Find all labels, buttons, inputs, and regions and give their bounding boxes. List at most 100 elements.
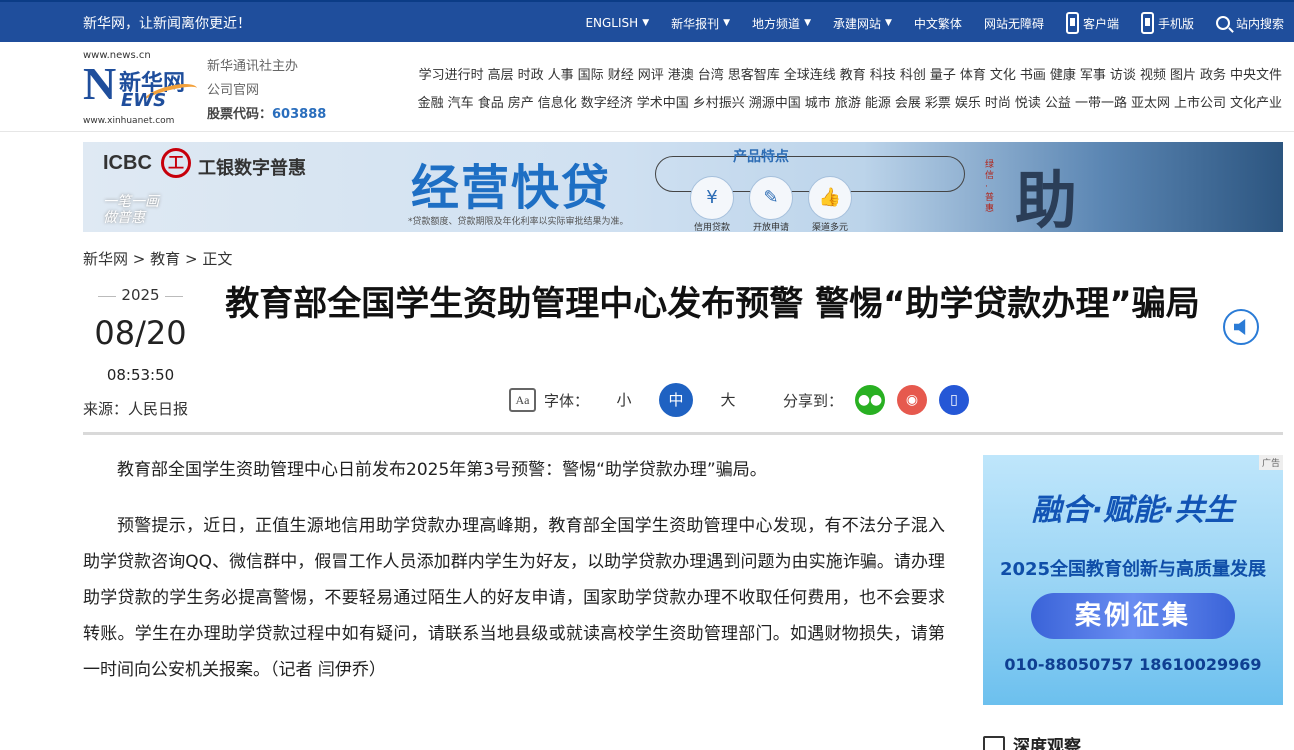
banner-headline: 经营快贷 bbox=[411, 160, 612, 216]
top-nav-traditional[interactable]: 中文繁体 bbox=[914, 15, 962, 32]
banner-brand: ICBC bbox=[103, 152, 152, 174]
channel-link[interactable]: 汽车 bbox=[448, 96, 474, 111]
channel-link[interactable]: 军事 bbox=[1080, 68, 1106, 83]
publish-date: 2025 08/20 08:53:50 bbox=[83, 286, 198, 384]
channel-link[interactable]: 科创 bbox=[900, 68, 926, 83]
top-nav-label: 地方频道 bbox=[752, 16, 801, 31]
top-nav-accessibility[interactable]: 网站无障碍 bbox=[984, 15, 1044, 32]
channel-link[interactable]: 台湾 bbox=[698, 68, 724, 83]
channel-link[interactable]: 中央文件 bbox=[1230, 68, 1282, 83]
breadcrumb-education[interactable]: 教育 bbox=[150, 250, 180, 268]
font-size-large[interactable]: 大 bbox=[711, 383, 745, 417]
channel-link[interactable]: 书画 bbox=[1020, 68, 1046, 83]
banner-brand-cn: 工银数字普惠 bbox=[198, 158, 306, 179]
channel-link[interactable]: 访谈 bbox=[1110, 68, 1136, 83]
channel-link[interactable]: 图片 bbox=[1170, 68, 1196, 83]
breadcrumb-home[interactable]: 新华网 bbox=[83, 250, 128, 268]
side-ad-button[interactable]: 案例征集 bbox=[1031, 593, 1235, 639]
channel-link[interactable]: 财经 bbox=[608, 68, 634, 83]
channel-link[interactable]: 人事 bbox=[548, 68, 574, 83]
top-nav-english[interactable]: ENGLISH ▼ bbox=[585, 16, 649, 30]
channel-link[interactable]: 港澳 bbox=[668, 68, 694, 83]
side-ad[interactable]: 广告 融合·赋能·共生 2025全国教育创新与高质量发展 案例征集 010-88… bbox=[983, 455, 1283, 705]
xinhua-logo[interactable]: www.news.cn N 新华网 EWS www.xinhuanet.com bbox=[83, 50, 200, 126]
banner-ad[interactable]: ICBC 工 工银数字普惠 一笔一画 做普惠 经营快贷 *贷款额度、贷款期限及年… bbox=[83, 142, 1283, 232]
stock-code[interactable]: 603888 bbox=[272, 107, 326, 122]
channel-link[interactable]: 娱乐 bbox=[955, 96, 981, 111]
channel-link[interactable]: 全球连线 bbox=[784, 68, 836, 83]
audio-play-icon[interactable] bbox=[1223, 309, 1259, 345]
wechat-share-icon[interactable]: ●● bbox=[855, 385, 886, 415]
top-nav-label: ENGLISH bbox=[585, 16, 639, 30]
site-header: www.news.cn N 新华网 EWS www.xinhuanet.com … bbox=[0, 42, 1294, 132]
channel-link[interactable]: 学术中国 bbox=[637, 96, 689, 111]
channel-link[interactable]: 亚太网 bbox=[1131, 96, 1170, 111]
channel-link[interactable]: 量子 bbox=[930, 68, 956, 83]
top-nav-label: 客户端 bbox=[1082, 16, 1119, 31]
top-nav-label: 承建网站 bbox=[832, 16, 881, 31]
org-info: 新华通讯社主办 公司官网 股票代码：603888 bbox=[207, 55, 326, 127]
channel-link[interactable]: 学习进行时 bbox=[419, 68, 484, 83]
top-nav-newspapers[interactable]: 新华报刊 ▼ bbox=[671, 15, 730, 32]
channel-link[interactable]: 视频 bbox=[1140, 68, 1166, 83]
org-line-2: 公司官网 bbox=[207, 83, 260, 98]
font-size-small[interactable]: 小 bbox=[607, 383, 641, 417]
banner-seal: 绿信 · 普惠 bbox=[985, 160, 995, 214]
top-nav-search[interactable]: 站内搜索 bbox=[1215, 15, 1284, 32]
channel-link[interactable]: 溯源中国 bbox=[749, 96, 801, 111]
channel-link[interactable]: 城市 bbox=[805, 96, 831, 111]
font-size-label: 字体： bbox=[544, 391, 590, 410]
channel-link[interactable]: 文化 bbox=[990, 68, 1016, 83]
breadcrumb-current: 正文 bbox=[202, 250, 233, 268]
top-nav-mobile[interactable]: 手机版 bbox=[1140, 12, 1194, 34]
channel-link[interactable]: 体育 bbox=[960, 68, 986, 83]
font-size-medium[interactable]: 中 bbox=[659, 383, 694, 417]
channel-link[interactable]: 政务 bbox=[1200, 68, 1226, 83]
publish-year: 2025 bbox=[83, 286, 198, 304]
channel-link[interactable]: 信息化 bbox=[538, 96, 577, 111]
font-size-icon: Aa bbox=[509, 388, 536, 412]
channel-link[interactable]: 网评 bbox=[638, 68, 664, 83]
channel-link[interactable]: 上市公司 bbox=[1174, 96, 1226, 111]
top-nav-local-channels[interactable]: 地方频道 ▼ bbox=[752, 15, 811, 32]
channel-link[interactable]: 彩票 bbox=[925, 96, 951, 111]
channel-link[interactable]: 乡村振兴 bbox=[693, 96, 745, 111]
channel-link[interactable]: 文化产业 bbox=[1230, 96, 1282, 111]
channel-link[interactable]: 时政 bbox=[518, 68, 544, 83]
channel-link[interactable]: 时尚 bbox=[985, 96, 1011, 111]
article-paragraph: 教育部全国学生资助管理中心日前发布2025年第3号预警：警惕“助学贷款办理”骗局… bbox=[117, 460, 767, 480]
mobile-share-icon[interactable]: ▯ bbox=[939, 385, 970, 415]
channel-link[interactable]: 科技 bbox=[870, 68, 896, 83]
article-paragraph: 预警提示，近日，正值生源地信用助学贷款办理高峰期，教育部全国学生资助管理中心发现… bbox=[83, 516, 945, 680]
top-nav-hosted-sites[interactable]: 承建网站 ▼ bbox=[833, 15, 892, 32]
channel-link[interactable]: 一带一路 bbox=[1075, 96, 1127, 111]
channel-link[interactable]: 高层 bbox=[488, 68, 514, 83]
channel-link[interactable]: 能源 bbox=[865, 96, 891, 111]
channel-link[interactable]: 房产 bbox=[508, 96, 534, 111]
mobile-icon bbox=[1140, 12, 1154, 34]
channel-link[interactable]: 旅游 bbox=[835, 96, 861, 111]
share-label: 分享到： bbox=[783, 391, 844, 410]
channel-link[interactable]: 食品 bbox=[478, 96, 504, 111]
weibo-share-icon[interactable]: ◉ bbox=[897, 385, 928, 415]
chevron-down-icon: ▼ bbox=[804, 18, 811, 28]
channel-link[interactable]: 悦读 bbox=[1015, 96, 1041, 111]
channel-link[interactable]: 健康 bbox=[1050, 68, 1076, 83]
top-nav-client[interactable]: 客户端 bbox=[1065, 12, 1119, 34]
channel-link[interactable]: 教育 bbox=[840, 68, 866, 83]
stock-info: 股票代码：603888 bbox=[207, 103, 326, 127]
channel-link[interactable]: 金融 bbox=[418, 96, 444, 111]
channel-link[interactable]: 公益 bbox=[1045, 96, 1071, 111]
chevron-down-icon: ▼ bbox=[723, 18, 731, 28]
side-ad-subtitle: 2025全国教育创新与高质量发展 bbox=[999, 559, 1267, 580]
app-icon bbox=[1065, 12, 1079, 34]
banner-feature-label: 信用贷款 bbox=[693, 223, 730, 232]
channel-link[interactable]: 国际 bbox=[578, 68, 604, 83]
channel-link[interactable]: 会展 bbox=[895, 96, 921, 111]
top-nav-label: 站内搜索 bbox=[1235, 16, 1284, 31]
channel-link[interactable]: 数字经济 bbox=[581, 96, 633, 111]
publish-month-day: 08/20 bbox=[94, 314, 187, 352]
channel-link[interactable]: 思客智库 bbox=[728, 68, 780, 83]
deep-observation-title[interactable]: 深度观察 bbox=[1013, 732, 1081, 750]
channel-row-1: 学习进行时 高层 时政 人事 国际 财经 网评 港澳 台湾 思客智库 全球连线 教育 科技 科创 量子 体育文… bbox=[332, 62, 1282, 90]
